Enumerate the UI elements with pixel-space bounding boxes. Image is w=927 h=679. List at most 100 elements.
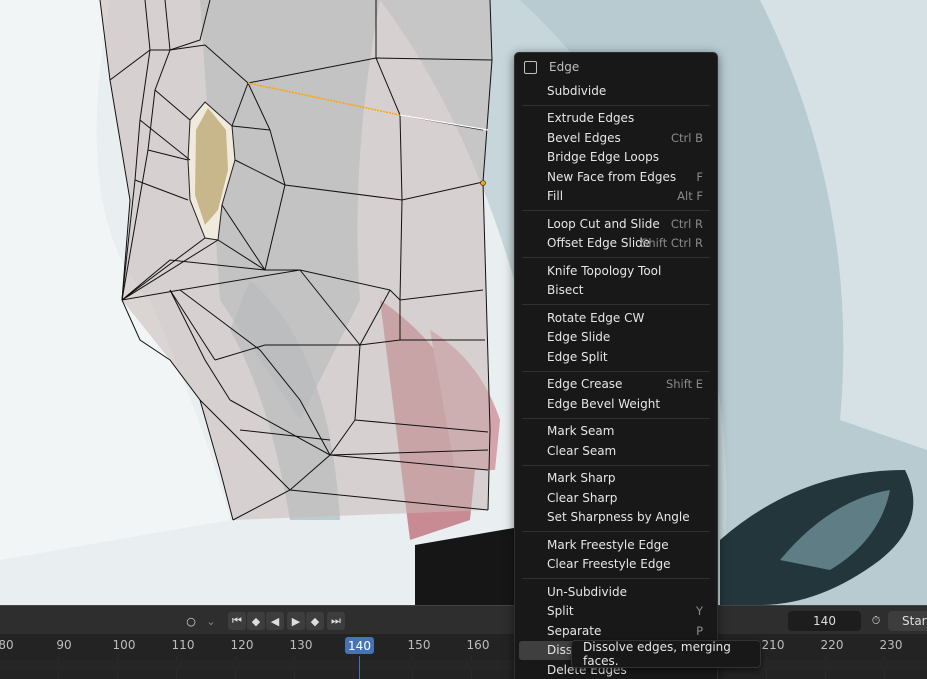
menu-item-label: Bridge Edge Loops bbox=[547, 150, 659, 165]
menu-separator bbox=[522, 257, 710, 258]
tick-label: 100 bbox=[112, 638, 136, 652]
menu-header: Edge bbox=[515, 53, 717, 81]
menu-item-label: Edge Split bbox=[547, 349, 608, 364]
current-frame-indicator[interactable]: 140 bbox=[345, 637, 374, 654]
edge-context-menu: Edge Subdivide Extrude Edges Bevel Edges Ct… bbox=[514, 52, 718, 679]
menu-item-set-sharpness-by-angle[interactable]: Set Sharpness by Angle bbox=[515, 508, 717, 528]
menu-item-shortcut: Ctrl R bbox=[670, 216, 703, 231]
menu-item-edge-crease[interactable]: Edge Crease Shift E bbox=[515, 375, 717, 395]
current-frame-field[interactable]: 140 bbox=[788, 611, 861, 631]
menu-separator bbox=[522, 104, 710, 106]
menu-item-label: Edge Crease bbox=[547, 377, 623, 392]
menu-item-shortcut: Alt F bbox=[677, 189, 703, 204]
menu-separator bbox=[522, 578, 710, 579]
menu-item-label: Offset Edge Slide bbox=[547, 236, 651, 251]
menu-item-shortcut: Ctrl B bbox=[670, 130, 703, 145]
viewport-scene bbox=[0, 0, 927, 605]
menu-separator bbox=[522, 464, 710, 466]
menu-item-label: Clear Sharp bbox=[547, 490, 618, 505]
tick-label: 80 bbox=[0, 638, 14, 652]
tick-label: 120 bbox=[230, 638, 254, 652]
next-keyframe-icon[interactable]: ◆ bbox=[306, 612, 324, 630]
menu-item-new-face-from-edges[interactable]: New Face from Edges F bbox=[515, 167, 717, 187]
menu-item-split[interactable]: Split Y bbox=[515, 602, 717, 622]
tick-label: 230 bbox=[879, 638, 903, 652]
menu-item-subdivide[interactable]: Subdivide bbox=[515, 81, 717, 101]
jump-to-end-icon[interactable]: ⏭ bbox=[327, 612, 345, 630]
menu-item-label: Mark Seam bbox=[547, 424, 615, 439]
tick-label: 110 bbox=[171, 638, 195, 652]
menu-item-label: Knife Topology Tool bbox=[547, 263, 662, 278]
menu-item-shortcut: Shift E bbox=[665, 377, 703, 392]
menu-item-un-subdivide[interactable]: Un-Subdivide bbox=[515, 582, 717, 602]
menu-item-label: Clear Freestyle Edge bbox=[547, 557, 671, 572]
menu-separator bbox=[522, 210, 710, 211]
timeline-editor[interactable]: ○ ⌄ ⏮ ◆ ◀ ▶ ◆ ⏭ 140 ⏱ Start 80 90 100 11… bbox=[0, 605, 927, 679]
menu-separator bbox=[522, 370, 710, 372]
menu-item-fill[interactable]: Fill Alt F bbox=[515, 187, 717, 207]
menu-item-label: Bevel Edges bbox=[547, 130, 621, 145]
menu-item-label: Mark Freestyle Edge bbox=[547, 537, 669, 552]
menu-item-clear-seam[interactable]: Clear Seam bbox=[515, 441, 717, 461]
menu-item-loop-cut-and-slide[interactable]: Loop Cut and Slide Ctrl R bbox=[515, 214, 717, 234]
chevron-down-icon[interactable]: ⌄ bbox=[202, 612, 220, 630]
menu-item-edge-bevel-weight[interactable]: Edge Bevel Weight bbox=[515, 394, 717, 414]
menu-item-shortcut: Y bbox=[695, 604, 703, 619]
menu-separator bbox=[522, 531, 710, 532]
menu-item-clear-sharp[interactable]: Clear Sharp bbox=[515, 488, 717, 508]
menu-item-label: Mark Sharp bbox=[547, 471, 616, 486]
playhead[interactable] bbox=[359, 656, 360, 679]
menu-item-label: Diss bbox=[547, 643, 573, 658]
menu-item-offset-edge-slide[interactable]: Offset Edge Slide Shift Ctrl R bbox=[515, 234, 717, 254]
tick-label: 150 bbox=[407, 638, 431, 652]
menu-item-bisect[interactable]: Bisect bbox=[515, 281, 717, 301]
menu-item-mark-seam[interactable]: Mark Seam bbox=[515, 422, 717, 442]
menu-item-clear-freestyle-edge[interactable]: Clear Freestyle Edge bbox=[515, 555, 717, 575]
menu-title: Edge bbox=[549, 60, 580, 74]
menu-separator bbox=[522, 417, 710, 419]
menu-item-label: Clear Seam bbox=[547, 443, 617, 458]
menu-item-edge-slide[interactable]: Edge Slide bbox=[515, 328, 717, 348]
menu-item-shortcut: Shift Ctrl R bbox=[641, 236, 703, 251]
tooltip: Dissolve edges, merging faces. bbox=[571, 640, 761, 668]
timeline-header: ○ ⌄ ⏮ ◆ ◀ ▶ ◆ ⏭ 140 ⏱ Start bbox=[0, 606, 927, 634]
menu-item-shortcut: P bbox=[696, 623, 703, 638]
menu-separator bbox=[522, 304, 710, 305]
menu-item-shortcut: F bbox=[696, 169, 703, 184]
prev-keyframe-icon[interactable]: ◆ bbox=[247, 612, 265, 630]
menu-item-mark-freestyle-edge[interactable]: Mark Freestyle Edge bbox=[515, 535, 717, 555]
edge-mode-icon bbox=[524, 60, 537, 74]
tick-label: 130 bbox=[289, 638, 313, 652]
menu-item-rotate-edge-cw[interactable]: Rotate Edge CW bbox=[515, 308, 717, 328]
menu-item-extrude-edges[interactable]: Extrude Edges bbox=[515, 109, 717, 129]
menu-item-edge-split[interactable]: Edge Split bbox=[515, 347, 717, 367]
start-frame-field[interactable]: Start bbox=[888, 611, 927, 631]
menu-item-label: Edge Slide bbox=[547, 330, 611, 345]
tick-label: 160 bbox=[466, 638, 490, 652]
play-icon[interactable]: ▶ bbox=[287, 612, 305, 630]
3d-viewport[interactable] bbox=[0, 0, 927, 605]
menu-item-mark-sharp[interactable]: Mark Sharp bbox=[515, 469, 717, 489]
menu-item-bevel-edges[interactable]: Bevel Edges Ctrl B bbox=[515, 128, 717, 148]
tick-label: 90 bbox=[56, 638, 72, 652]
jump-to-start-icon[interactable]: ⏮ bbox=[228, 612, 246, 630]
menu-item-label: Set Sharpness by Angle bbox=[547, 510, 690, 525]
menu-item-label: Edge Bevel Weight bbox=[547, 396, 661, 411]
menu-items: Subdivide Extrude Edges Bevel Edges Ctrl BB… bbox=[515, 81, 717, 679]
menu-item-label: Rotate Edge CW bbox=[547, 310, 645, 325]
menu-item-label: Un-Subdivide bbox=[547, 584, 627, 599]
timeline-ruler[interactable]: 80 90 100 110 120 130 150 160 210 220 23… bbox=[0, 634, 927, 656]
menu-item-knife-topology-tool[interactable]: Knife Topology Tool bbox=[515, 261, 717, 281]
menu-item-label: Loop Cut and Slide bbox=[547, 216, 660, 231]
stopwatch-icon[interactable]: ⏱ bbox=[867, 612, 885, 630]
play-reverse-icon[interactable]: ◀ bbox=[266, 612, 284, 630]
menu-item-label: Split bbox=[547, 604, 574, 619]
menu-item-separate[interactable]: Separate P bbox=[515, 621, 717, 641]
menu-item-bridge-edge-loops[interactable]: Bridge Edge Loops bbox=[515, 148, 717, 168]
summary-track bbox=[0, 660, 927, 670]
tick-label: 220 bbox=[820, 638, 844, 652]
menu-item-label: Subdivide bbox=[547, 83, 607, 98]
menu-item-label: New Face from Edges bbox=[547, 169, 677, 184]
keying-set-icon[interactable]: ○ bbox=[182, 612, 200, 630]
menu-item-label: Separate bbox=[547, 623, 602, 638]
